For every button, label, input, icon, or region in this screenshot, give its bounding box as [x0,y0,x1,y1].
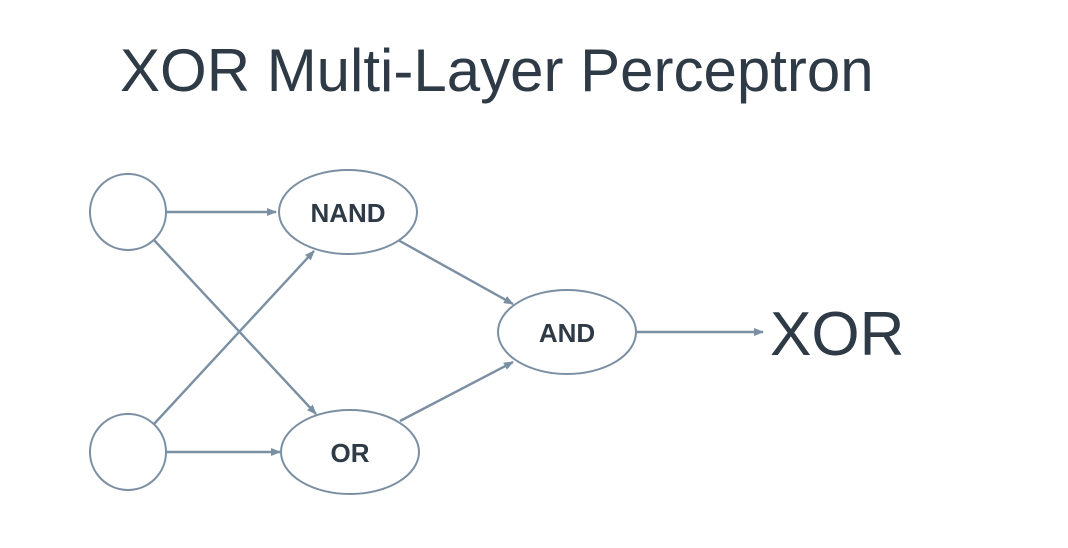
edge-input2-to-nand [153,250,315,425]
edge-input1-to-or [153,239,317,415]
nand-node-label: NAND [310,198,385,228]
perceptron-diagram: NAND OR AND XOR [89,169,904,495]
edge-or-to-and [399,360,514,423]
input-node-1 [89,173,167,251]
or-node-label: OR [331,438,370,468]
input-node-2 [89,413,167,491]
and-node-label: AND [539,318,595,348]
edge-nand-to-and [397,238,514,306]
output-label: XOR [770,300,904,369]
